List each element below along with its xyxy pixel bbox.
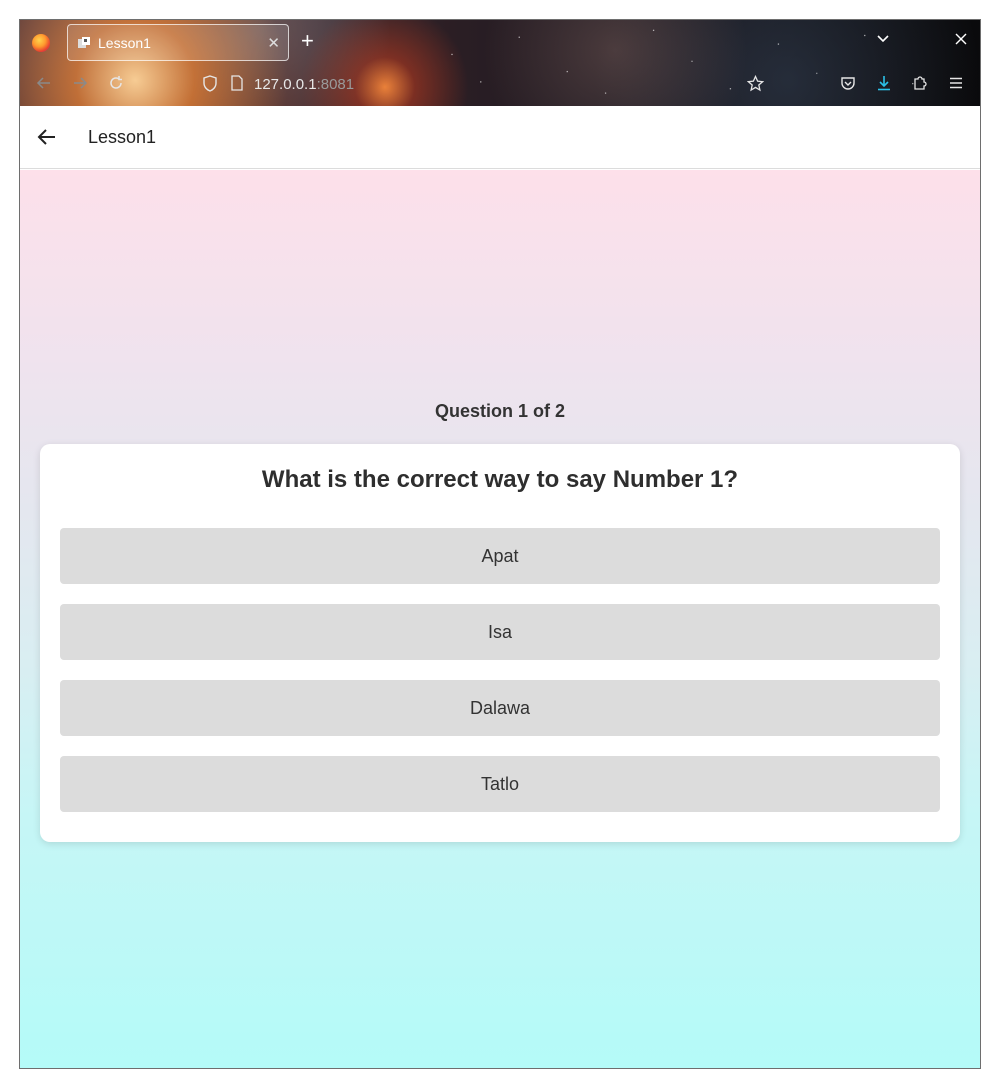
shield-icon[interactable] [202, 75, 218, 92]
tab-title: Lesson1 [98, 35, 151, 51]
quiz-area: Question 1 of 2 What is the correct way … [20, 170, 980, 1068]
hamburger-menu-icon[interactable] [948, 75, 964, 91]
tab-close-icon[interactable]: ✕ [267, 34, 280, 52]
answer-option-button[interactable]: Isa [60, 604, 940, 660]
firefox-logo-icon [32, 34, 50, 52]
forward-arrow-icon[interactable] [72, 75, 88, 91]
url-host: 127.0.0.1 [254, 76, 317, 93]
download-icon[interactable] [876, 75, 892, 91]
question-progress: Question 1 of 2 [434, 401, 566, 421]
page-icon[interactable] [230, 75, 244, 91]
browser-window: Lesson1 ✕ + 127.0.0.1:8081 Lesson1 Quest… [19, 19, 981, 1069]
app-header: Lesson1 [20, 106, 980, 169]
arrow-left-icon[interactable] [36, 126, 58, 148]
url-bar[interactable]: 127.0.0.1:8081 [254, 76, 354, 93]
close-window-icon[interactable] [954, 32, 968, 46]
answer-option-button[interactable]: Apat [60, 528, 940, 584]
browser-tab[interactable]: Lesson1 ✕ [67, 24, 289, 61]
pocket-icon[interactable] [840, 75, 856, 91]
chevron-down-icon[interactable] [876, 32, 890, 46]
back-arrow-icon[interactable] [36, 75, 52, 91]
answer-option-button[interactable]: Dalawa [60, 680, 940, 736]
answer-option-button[interactable]: Tatlo [60, 756, 940, 812]
question-text: What is the correct way to say Number 1? [261, 466, 739, 493]
new-tab-icon[interactable]: + [301, 30, 314, 52]
browser-toolbar: Lesson1 ✕ + 127.0.0.1:8081 [20, 20, 980, 106]
page-title: Lesson1 [88, 127, 157, 147]
puzzle-icon[interactable] [912, 75, 928, 91]
favicon-icon [78, 37, 90, 48]
star-icon[interactable] [747, 75, 764, 92]
question-card: What is the correct way to say Number 1?… [40, 444, 960, 842]
reload-icon[interactable] [108, 75, 124, 91]
url-port: :8081 [316, 76, 355, 93]
